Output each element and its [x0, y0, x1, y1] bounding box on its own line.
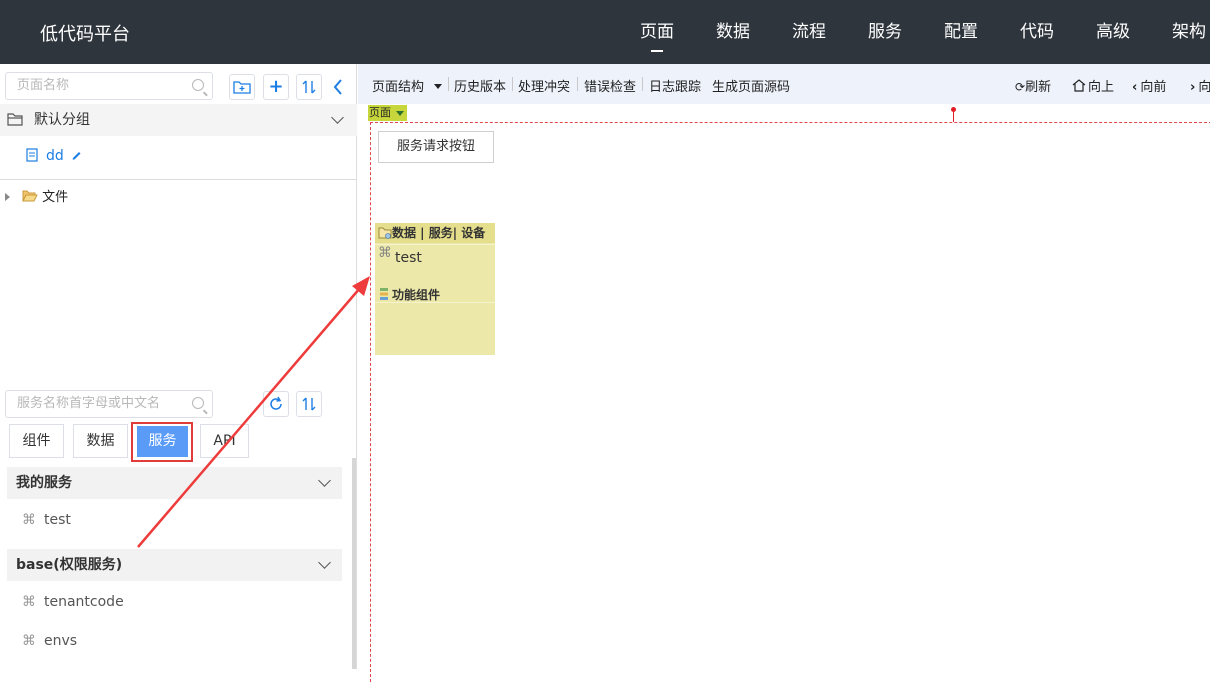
annotation-arrow [137, 276, 370, 548]
